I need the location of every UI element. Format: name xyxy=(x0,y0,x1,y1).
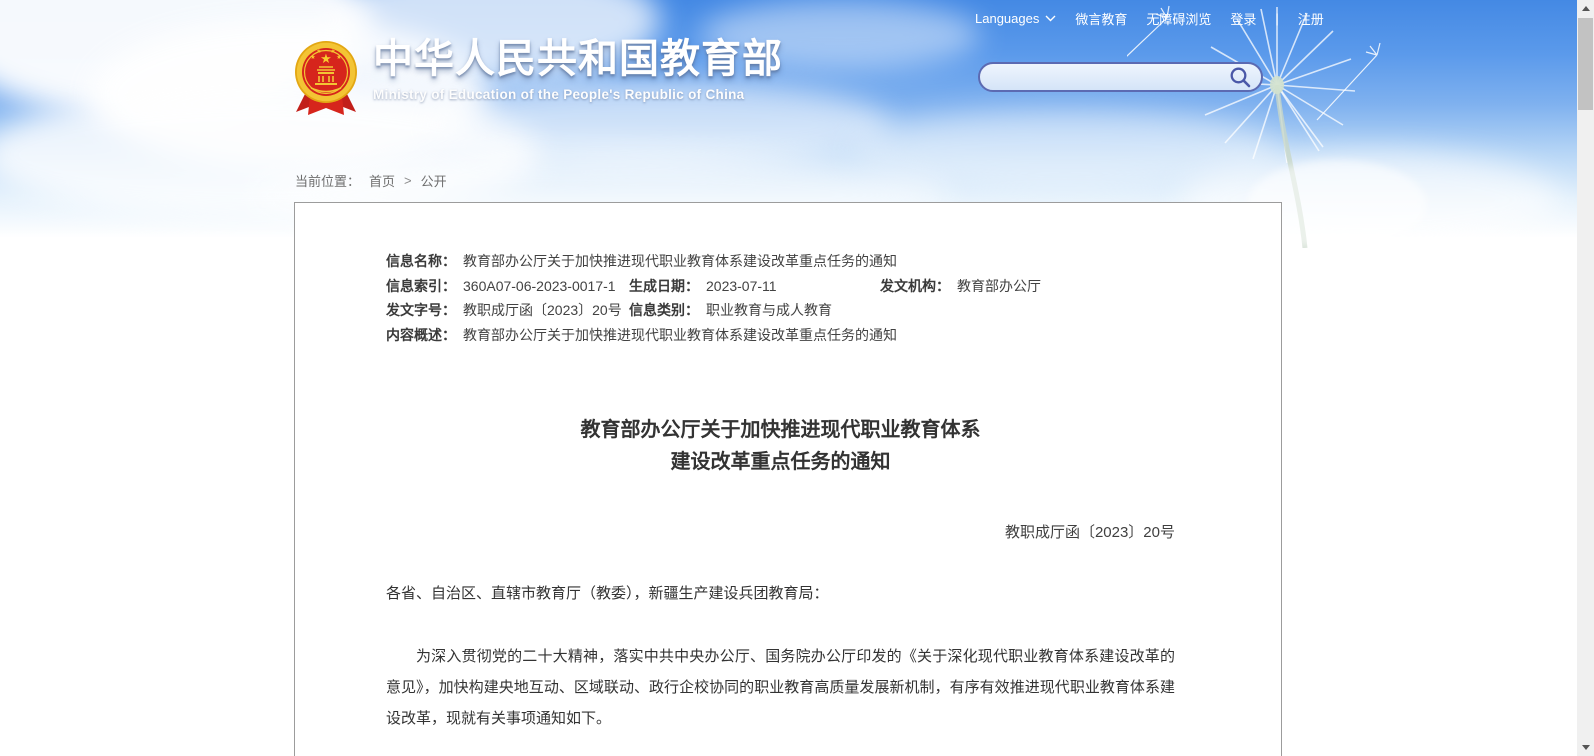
meta-number-value: 教职成厅函〔2023〕20号 xyxy=(463,298,622,323)
meta-row-number: 发文字号： 教职成厅函〔2023〕20号 信息类别： 职业教育与成人教育 xyxy=(386,298,1175,323)
scroll-down-button[interactable] xyxy=(1577,739,1594,756)
site-brand[interactable]: ★ ★ ★ ★ ★ 中华人民共和国教育部 Ministry of Educati… xyxy=(293,36,783,118)
search-input[interactable] xyxy=(980,69,1229,85)
register-link[interactable]: 注册 xyxy=(1298,9,1324,28)
scrollbar[interactable] xyxy=(1577,0,1594,756)
nav-weiyan-link[interactable]: 微言教育 xyxy=(1075,9,1127,28)
languages-label: Languages xyxy=(975,11,1039,26)
body-paragraph: 为深入贯彻党的二十大精神，落实中共中央办公厅、国务院办公厅印发的《关于深化现代职… xyxy=(386,641,1175,734)
scrollbar-thumb[interactable] xyxy=(1578,18,1593,110)
nav-accessibility-link[interactable]: 无障碍浏览 xyxy=(1146,9,1211,28)
document-title: 教育部办公厅关于加快推进现代职业教育体系 建设改革重点任务的通知 xyxy=(386,414,1175,478)
chevron-down-icon xyxy=(1045,15,1056,22)
site-subtitle: Ministry of Education of the People's Re… xyxy=(373,87,783,102)
breadcrumb-home-link[interactable]: 首页 xyxy=(369,171,395,190)
nav-divider: | xyxy=(1275,11,1278,26)
meta-name-label: 信息名称： xyxy=(386,249,456,274)
document-title-line1: 教育部办公厅关于加快推进现代职业教育体系 xyxy=(386,414,1175,446)
document-panel: 信息名称： 教育部办公厅关于加快推进现代职业教育体系建设改革重点任务的通知 信息… xyxy=(294,202,1282,756)
document-number: 教职成厅函〔2023〕20号 xyxy=(386,523,1175,543)
svg-text:★: ★ xyxy=(336,54,341,61)
scroll-up-button[interactable] xyxy=(1577,0,1594,17)
meta-name-value: 教育部办公厅关于加快推进现代职业教育体系建设改革重点任务的通知 xyxy=(463,249,897,274)
page: Languages 微言教育 无障碍浏览 登录 | 注册 ★ ★ ★ ★ ★ xyxy=(0,0,1594,756)
breadcrumb-section-link[interactable]: 公开 xyxy=(421,171,447,190)
languages-menu[interactable]: Languages xyxy=(975,11,1056,26)
document-title-line2: 建设改革重点任务的通知 xyxy=(386,446,1175,478)
meta-row-summary: 内容概述： 教育部办公厅关于加快推进现代职业教育体系建设改革重点任务的通知 xyxy=(386,323,1175,348)
breadcrumb-separator: > xyxy=(404,173,412,188)
meta-date-label: 生成日期： xyxy=(629,274,699,299)
arrow-up-icon xyxy=(1582,6,1590,11)
breadcrumb-label: 当前位置： xyxy=(295,171,360,190)
svg-text:★: ★ xyxy=(330,48,335,55)
svg-text:★: ★ xyxy=(310,54,315,61)
meta-number-label: 发文字号： xyxy=(386,298,456,323)
meta-category-label: 信息类别： xyxy=(629,298,699,323)
arrow-down-icon xyxy=(1582,745,1590,750)
salutation: 各省、自治区、直辖市教育厅（教委），新疆生产建设兵团教育局： xyxy=(386,583,1175,604)
meta-index-value: 360A07-06-2023-0017-1 xyxy=(463,274,616,299)
login-link[interactable]: 登录 xyxy=(1230,9,1256,28)
meta-row-index: 信息索引： 360A07-06-2023-0017-1 生成日期： 2023-0… xyxy=(386,274,1175,299)
site-title: 中华人民共和国教育部 xyxy=(373,36,783,82)
meta-summary-value: 教育部办公厅关于加快推进现代职业教育体系建设改革重点任务的通知 xyxy=(463,323,897,348)
search-icon xyxy=(1229,66,1251,88)
brand-text: 中华人民共和国教育部 Ministry of Education of the … xyxy=(373,36,783,102)
top-nav: Languages 微言教育 无障碍浏览 登录 | 注册 xyxy=(975,9,1324,28)
meta-agency-value: 教育部办公厅 xyxy=(957,274,1041,299)
document-meta: 信息名称： 教育部办公厅关于加快推进现代职业教育体系建设改革重点任务的通知 信息… xyxy=(386,249,1175,348)
meta-date-value: 2023-07-11 xyxy=(706,274,777,299)
meta-category-value: 职业教育与成人教育 xyxy=(706,298,832,323)
svg-text:★: ★ xyxy=(316,48,321,55)
breadcrumb: 当前位置： 首页 > 公开 xyxy=(295,171,447,190)
meta-index-label: 信息索引： xyxy=(386,274,456,299)
search-button[interactable] xyxy=(1229,66,1261,88)
meta-row-name: 信息名称： 教育部办公厅关于加快推进现代职业教育体系建设改革重点任务的通知 xyxy=(386,249,1175,274)
search-box[interactable] xyxy=(978,62,1263,92)
national-emblem-logo: ★ ★ ★ ★ ★ xyxy=(293,36,359,118)
meta-summary-label: 内容概述： xyxy=(386,323,456,348)
meta-agency-label: 发文机构： xyxy=(880,274,950,299)
